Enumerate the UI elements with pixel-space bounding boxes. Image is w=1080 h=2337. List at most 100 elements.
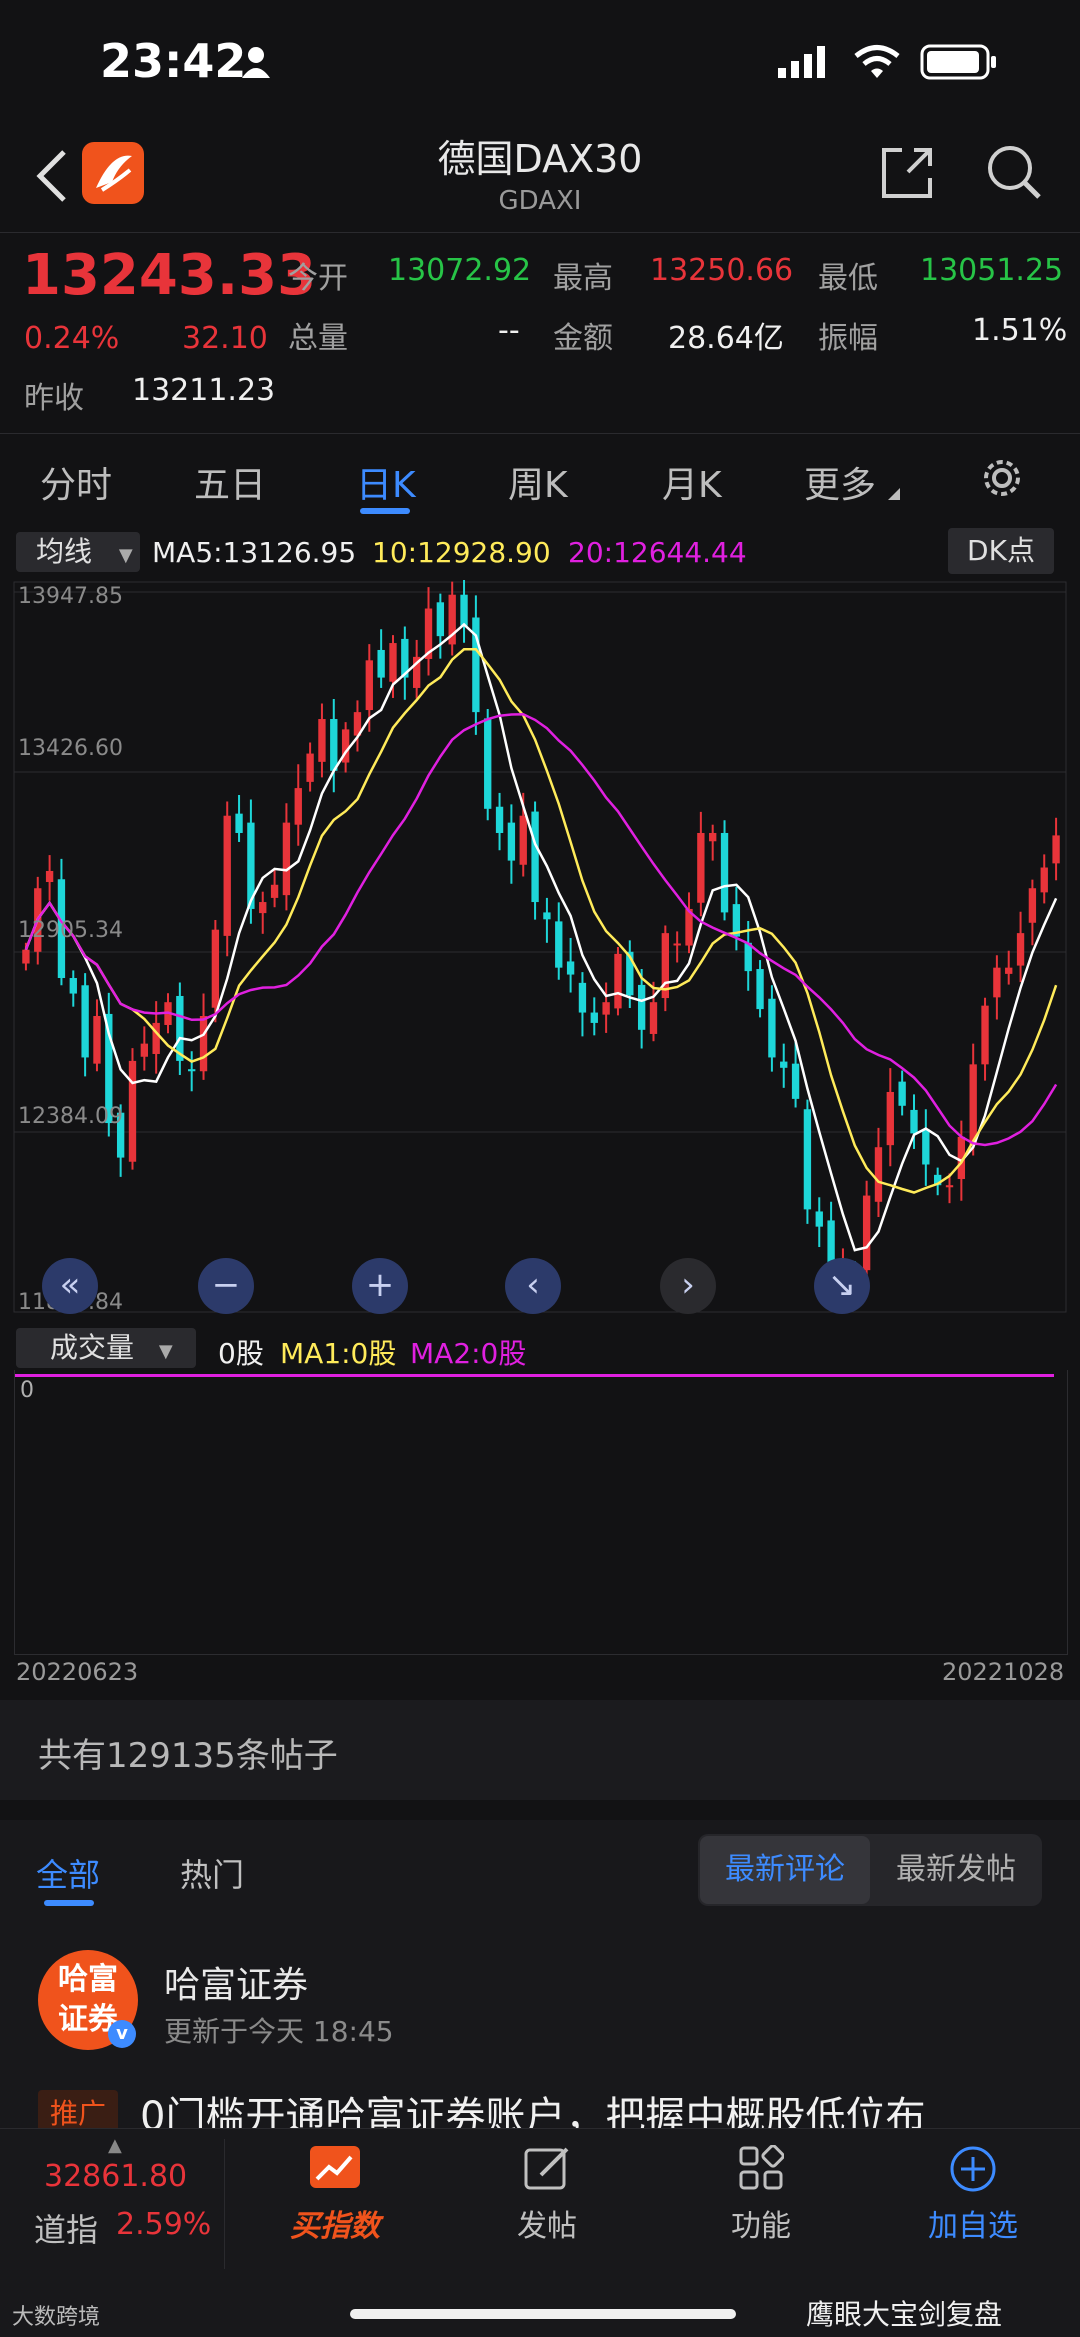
candle-body bbox=[697, 832, 705, 903]
scroll-start-icon[interactable]: « bbox=[42, 1258, 98, 1314]
bottom-tab-bar: ▲ 32861.80 道指 2.59% 买指数 发帖 功能 加自选 大数跨境 鹰… bbox=[0, 2128, 1080, 2337]
high-value: 13250.66 bbox=[650, 253, 794, 288]
candle-body bbox=[270, 884, 279, 898]
candle-body bbox=[555, 921, 563, 968]
scroll-end-icon[interactable]: ↘ bbox=[814, 1258, 870, 1314]
candle-body bbox=[649, 1002, 658, 1034]
candle-body bbox=[389, 643, 397, 682]
candlestick-chart[interactable] bbox=[0, 580, 1080, 1320]
tab-intraday[interactable]: 分时 bbox=[40, 456, 112, 508]
volume-indicator-select[interactable]: 成交量 ▼ bbox=[16, 1328, 196, 1368]
ma-indicator-select[interactable]: 均线 ▼ bbox=[16, 532, 140, 572]
chart-end-date: 20221028 bbox=[942, 1658, 1065, 1686]
tab-monthly-k[interactable]: 月K bbox=[662, 456, 722, 508]
ma20-value: 20:12644.44 bbox=[568, 536, 747, 569]
index-value[interactable]: 32861.80 bbox=[44, 2159, 187, 2194]
candle-body bbox=[235, 813, 243, 833]
open-value: 13072.92 bbox=[388, 253, 532, 288]
candle-body bbox=[803, 1109, 812, 1210]
candle-body bbox=[862, 1195, 871, 1271]
candle-body bbox=[294, 788, 302, 825]
sort-latest-comment[interactable]: 最新评论 bbox=[700, 1836, 870, 1904]
y-tick-label: 13426.60 bbox=[18, 736, 123, 761]
zoom-out-icon[interactable]: − bbox=[198, 1258, 254, 1314]
wifi-icon bbox=[854, 45, 900, 78]
ma10-value: 10:12928.90 bbox=[372, 536, 551, 569]
tab-daily-k[interactable]: 日K bbox=[356, 456, 416, 508]
candle-body bbox=[1016, 933, 1025, 966]
scroll-left-icon[interactable]: ‹ bbox=[505, 1258, 561, 1314]
tab-weekly-k[interactable]: 周K bbox=[508, 456, 568, 508]
candle-body bbox=[720, 832, 729, 913]
posts-section: 全部 热门 最新评论 最新发帖 哈富证券 v 哈富证券 更新于今天 18:45 … bbox=[0, 1820, 1080, 2140]
candle-body bbox=[614, 953, 622, 1009]
candle-body bbox=[377, 649, 385, 678]
high-label: 最高 bbox=[553, 261, 613, 296]
zoom-in-icon[interactable]: + bbox=[352, 1258, 408, 1314]
tab-all[interactable]: 全部 bbox=[36, 1850, 100, 1896]
candle-body bbox=[780, 1061, 788, 1068]
low-value: 13051.25 bbox=[920, 253, 1064, 288]
candle-body bbox=[460, 594, 468, 626]
author-name[interactable]: 哈富证券 bbox=[164, 1956, 308, 2008]
candle-body bbox=[981, 1005, 989, 1065]
candle-body bbox=[673, 943, 681, 946]
post-count: 共有129135条帖子 bbox=[38, 1736, 338, 1776]
y-tick-label: 13947.85 bbox=[18, 584, 123, 609]
dk-point-button[interactable]: DK点 bbox=[948, 528, 1054, 574]
page-subtitle: GDAXI bbox=[498, 186, 582, 216]
functions-button[interactable]: 功能 bbox=[696, 2144, 826, 2245]
divider bbox=[224, 2139, 225, 2269]
change-value: 32.10 bbox=[182, 321, 268, 356]
tab-five-day[interactable]: 五日 bbox=[194, 456, 266, 508]
candle-body bbox=[93, 1016, 101, 1064]
scroll-right-icon[interactable]: › bbox=[660, 1258, 716, 1314]
candle-body bbox=[81, 985, 89, 1058]
settings-gear-icon[interactable] bbox=[980, 456, 1024, 500]
quote-panel: 13243.33 0.24% 32.10 昨收 13211.23 今开 1307… bbox=[0, 232, 1080, 434]
tab-more[interactable]: 更多 bbox=[804, 456, 876, 508]
functions-label: 功能 bbox=[731, 2209, 791, 2244]
more-caret-icon bbox=[888, 488, 900, 500]
cellular-signal-icon bbox=[778, 46, 825, 78]
ma5-value: MA5:13126.95 bbox=[152, 536, 357, 569]
status-time: 23:42 bbox=[100, 34, 247, 88]
candle-body bbox=[1028, 888, 1037, 923]
index-change: 2.59% bbox=[116, 2207, 212, 2242]
open-label: 今开 bbox=[288, 261, 348, 296]
candle-body bbox=[709, 832, 717, 842]
current-price: 13243.33 bbox=[22, 243, 317, 308]
volume-indicator-label: 成交量 bbox=[50, 1331, 135, 1364]
low-label: 最低 bbox=[818, 261, 878, 296]
post-updated-time: 更新于今天 18:45 bbox=[164, 2015, 394, 2048]
index-name[interactable]: 道指 bbox=[34, 2205, 98, 2251]
tab-hot[interactable]: 热门 bbox=[180, 1850, 244, 1896]
volume-pane bbox=[14, 1370, 1068, 1655]
candle-body bbox=[768, 998, 776, 1058]
amount-value: 28.64亿 bbox=[668, 321, 784, 356]
add-watchlist-button[interactable]: 加自选 bbox=[908, 2145, 1038, 2245]
candle-body bbox=[791, 1063, 800, 1099]
chart-frame bbox=[13, 581, 1067, 1313]
candle-body bbox=[128, 1060, 137, 1162]
verified-badge-icon: v bbox=[108, 2020, 136, 2048]
sort-latest-post[interactable]: 最新发帖 bbox=[872, 1836, 1040, 1904]
dropdown-caret-icon: ▼ bbox=[118, 545, 133, 566]
dropdown-caret-icon: ▼ bbox=[158, 1341, 173, 1362]
candle-body bbox=[507, 822, 516, 861]
post-button[interactable]: 发帖 bbox=[482, 2145, 612, 2245]
candle-body bbox=[188, 1069, 196, 1072]
candle-body bbox=[993, 967, 1001, 998]
candle-body bbox=[566, 961, 575, 975]
candle-body bbox=[578, 982, 587, 1013]
buy-index-button[interactable]: 买指数 bbox=[270, 2145, 400, 2245]
candle-body bbox=[259, 902, 267, 914]
candle-body bbox=[531, 811, 539, 903]
trend-up-icon bbox=[310, 2146, 360, 2188]
candle-body bbox=[199, 1016, 208, 1072]
volume-ma1: MA1:0股 bbox=[280, 1337, 397, 1370]
grid-icon bbox=[739, 2144, 785, 2190]
chart-start-date: 20220623 bbox=[16, 1658, 139, 1686]
candle-body bbox=[590, 1012, 598, 1023]
candle-body bbox=[318, 719, 326, 762]
